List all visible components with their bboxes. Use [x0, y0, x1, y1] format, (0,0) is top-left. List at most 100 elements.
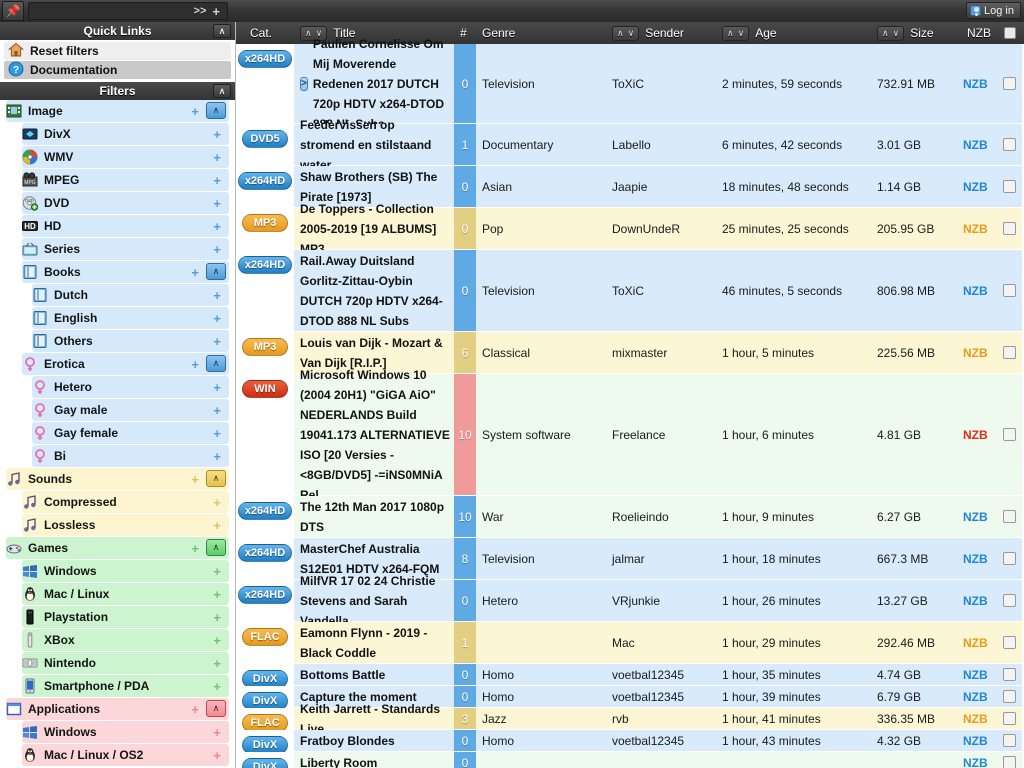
- filter-add-icon[interactable]: +: [213, 749, 221, 762]
- table-row[interactable]: x264HD The 12th Man 2017 1080p DTS 10 War Ro…: [236, 496, 1024, 538]
- pin-icon[interactable]: 📌: [2, 1, 24, 21]
- checkbox-box[interactable]: [1003, 27, 1016, 39]
- category-badge[interactable]: DVD5: [242, 130, 288, 148]
- quick-links-collapse-icon[interactable]: ∧: [213, 24, 231, 38]
- column-header-nzb[interactable]: NZB: [961, 22, 997, 44]
- column-header-cat[interactable]: Cat.: [236, 22, 294, 44]
- filter-add-icon[interactable]: +: [213, 220, 221, 233]
- checkbox-box[interactable]: [1003, 636, 1016, 649]
- filter-add-icon[interactable]: +: [213, 312, 221, 325]
- title-cell[interactable]: De Toppers - Collection 2005-2019 [19 AL…: [294, 202, 454, 256]
- checkbox-box[interactable]: [1003, 712, 1016, 725]
- filter-item-compressed[interactable]: Compressed +: [22, 491, 229, 513]
- filter-add-icon[interactable]: +: [213, 404, 221, 417]
- filter-item-nintendo[interactable]: Nintendo +: [22, 652, 229, 674]
- title-cell[interactable]: Feedervissen op stromend en stilstaand w…: [294, 118, 454, 172]
- sort-control[interactable]: ∧ ∨: [877, 25, 905, 41]
- sort-asc-icon[interactable]: ∧: [727, 28, 734, 39]
- row-select-checkbox[interactable]: [997, 664, 1022, 685]
- title-cell[interactable]: Liberty Room: [294, 752, 454, 768]
- checkbox-box[interactable]: [1003, 180, 1016, 193]
- filter-add-icon[interactable]: +: [191, 703, 199, 716]
- filter-item-sounds[interactable]: Sounds + ∧: [6, 468, 229, 490]
- table-row[interactable]: DivX Bottoms Battle 0 Homo voetbal12345 1 hou…: [236, 664, 1024, 688]
- filter-item-wmv[interactable]: WMV +: [22, 146, 229, 168]
- filter-item-others[interactable]: Others +: [32, 330, 229, 352]
- row-select-checkbox[interactable]: [997, 708, 1022, 729]
- filter-item-hetero[interactable]: Hetero +: [32, 376, 229, 398]
- filter-item-lossless[interactable]: Lossless +: [22, 514, 229, 536]
- filter-item-bi[interactable]: Bi +: [32, 445, 229, 467]
- sort-control[interactable]: ∧ ∨: [722, 25, 750, 41]
- nzb-download-link[interactable]: NZB: [961, 124, 997, 165]
- sort-control[interactable]: ∧ ∨: [612, 25, 640, 41]
- filter-add-icon[interactable]: +: [213, 243, 221, 256]
- filter-add-icon[interactable]: +: [213, 680, 221, 693]
- filters-collapse-icon[interactable]: ∧: [213, 84, 231, 98]
- checkbox-box[interactable]: [1003, 552, 1016, 565]
- row-select-checkbox[interactable]: [997, 730, 1022, 751]
- sort-desc-icon[interactable]: ∨: [628, 28, 635, 39]
- filter-add-icon[interactable]: +: [213, 151, 221, 164]
- expand-icon[interactable]: >: [300, 76, 308, 91]
- checkbox-box[interactable]: [1003, 690, 1016, 703]
- table-row[interactable]: FLAC Eamonn Flynn - 2019 - Black Coddle 1 M…: [236, 622, 1024, 664]
- row-select-checkbox[interactable]: [997, 538, 1022, 579]
- category-badge[interactable]: FLAC: [242, 628, 288, 646]
- row-select-checkbox[interactable]: [997, 250, 1022, 331]
- category-badge[interactable]: x264HD: [237, 172, 293, 190]
- checkbox-box[interactable]: [1003, 734, 1016, 747]
- table-row[interactable]: WIN Microsoft Windows 10 (2004 20H1) "GiG…: [236, 368, 1024, 502]
- filter-item-mac-linux[interactable]: Mac / Linux +: [22, 583, 229, 605]
- filter-add-icon[interactable]: +: [213, 128, 221, 141]
- filter-item-hd[interactable]: HD HD +: [22, 215, 229, 237]
- row-select-checkbox[interactable]: [997, 44, 1022, 123]
- title-cell[interactable]: Rail.Away Duitsland Gorlitz-Zittau-Oybin…: [294, 250, 454, 331]
- filter-item-dvd[interactable]: DVD DVD +: [22, 192, 229, 214]
- filter-item-mac-linux-os2[interactable]: Mac / Linux / OS2 +: [22, 744, 229, 766]
- category-badge[interactable]: MP3: [242, 338, 288, 356]
- filter-add-icon[interactable]: +: [213, 197, 221, 210]
- filter-add-icon[interactable]: +: [213, 634, 221, 647]
- nzb-download-link[interactable]: NZB: [961, 332, 997, 373]
- filter-item-games[interactable]: Games + ∧: [6, 537, 229, 559]
- nzb-download-link[interactable]: NZB: [961, 622, 997, 663]
- filter-item-smartphone-pda[interactable]: Smartphone / PDA +: [22, 675, 229, 697]
- nzb-download-link[interactable]: NZB: [961, 664, 997, 685]
- filter-item-xbox[interactable]: XBox +: [22, 629, 229, 651]
- nzb-download-link[interactable]: NZB: [961, 686, 997, 707]
- table-row[interactable]: MP3 De Toppers - Collection 2005-2019 [19…: [236, 202, 1024, 256]
- title-cell[interactable]: MilfVR 17 02 24 Christie Stevens and Sar…: [294, 574, 454, 628]
- column-header-sender[interactable]: ∧ ∨ Sender: [606, 22, 716, 44]
- filter-collapse-icon[interactable]: ∧: [206, 102, 226, 119]
- search-add-button[interactable]: +: [209, 4, 223, 19]
- category-badge[interactable]: x264HD: [237, 586, 293, 604]
- filter-add-icon[interactable]: +: [213, 174, 221, 187]
- filter-add-icon[interactable]: +: [213, 450, 221, 463]
- filter-add-icon[interactable]: +: [213, 588, 221, 601]
- filter-add-icon[interactable]: +: [213, 335, 221, 348]
- sort-desc-icon[interactable]: ∨: [738, 28, 745, 39]
- category-badge[interactable]: MP3: [242, 214, 288, 232]
- checkbox-box[interactable]: [1003, 346, 1016, 359]
- filter-add-icon[interactable]: +: [191, 542, 199, 555]
- nzb-download-link[interactable]: NZB: [961, 166, 997, 207]
- title-cell[interactable]: Keith Jarrett - Standards Live: [294, 702, 454, 736]
- row-select-checkbox[interactable]: [997, 208, 1022, 249]
- nzb-download-link[interactable]: NZB: [961, 708, 997, 729]
- filter-item-books[interactable]: Books + ∧: [22, 261, 229, 283]
- filter-add-icon[interactable]: +: [191, 105, 199, 118]
- filter-item-windows[interactable]: Windows +: [22, 560, 229, 582]
- quick-link-item[interactable]: ? Documentation: [4, 61, 231, 79]
- filter-item-applications[interactable]: Applications + ∧: [6, 698, 229, 720]
- nzb-download-link[interactable]: NZB: [961, 208, 997, 249]
- checkbox-box[interactable]: [1003, 510, 1016, 523]
- checkbox-box[interactable]: [1003, 222, 1016, 235]
- filter-item-image[interactable]: Image + ∧: [6, 100, 229, 122]
- category-badge[interactable]: x264HD: [237, 502, 293, 520]
- title-cell[interactable]: The 12th Man 2017 1080p DTS: [294, 496, 454, 537]
- nzb-download-link[interactable]: NZB: [961, 44, 997, 123]
- category-badge[interactable]: WIN: [242, 380, 288, 398]
- nzb-download-link[interactable]: NZB: [961, 538, 997, 579]
- filter-item-windows[interactable]: Windows +: [22, 721, 229, 743]
